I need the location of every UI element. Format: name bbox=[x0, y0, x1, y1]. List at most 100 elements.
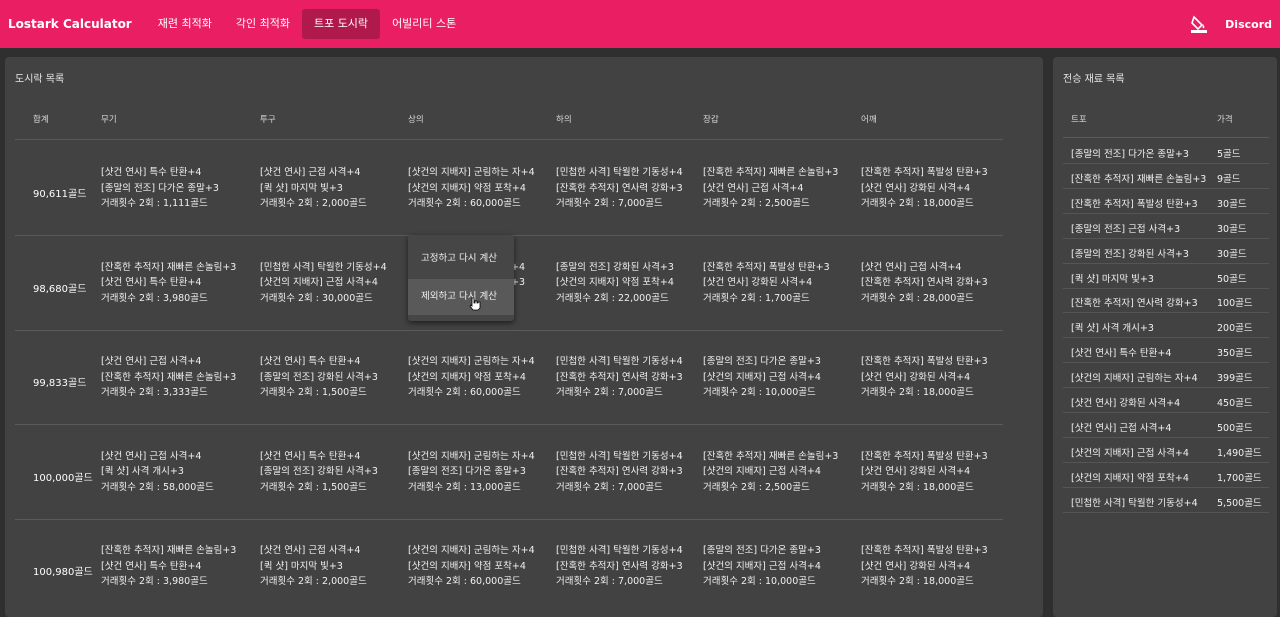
table-row[interactable]: 90,611골드 [샷건 연사] 특수 탄환+4 [종말의 전조] 다가온 종말+3… bbox=[5, 153, 1043, 247]
tripod-line: [퀵 샷] 마지막 빛+3 bbox=[260, 560, 343, 572]
material-price: 30골드 bbox=[1217, 223, 1247, 235]
row-cell: [잔혹한 추적자] 재빠른 손놀림+3 [샷건 연사] 근접 사격+4 거래횟수 2… bbox=[703, 165, 838, 212]
trade-info: 거래횟수 2회 : 1,500골드 bbox=[260, 481, 367, 493]
row-cell: [샷건 연사] 근접 사격+4 [퀵 샷] 마지막 빛+3 거래횟수 2회 : 2,… bbox=[260, 165, 367, 212]
row-cell: [샷건 연사] 근접 사격+4 [잔혹한 추적자] 재빠른 손놀림+3 거래횟수 2… bbox=[101, 354, 236, 401]
material-name: [샷건 연사] 특수 탄환+4 bbox=[1071, 348, 1172, 360]
table-row[interactable]: 100,980골드 [잔혹한 추적자] 재빠른 손놀림+3 [샷건 연사] 특수 탄… bbox=[5, 531, 1043, 617]
row-total: 99,833골드 bbox=[33, 378, 87, 389]
material-row[interactable]: [퀵 샷] 마지막 빛+3 50골드 bbox=[1063, 264, 1269, 289]
tripod-line: [샷건 연사] 근접 사격+4 bbox=[260, 167, 361, 178]
tripod-line: [잔혹한 추적자] 재빠른 손놀림+3 bbox=[101, 371, 237, 383]
trade-info: 거래횟수 2회 : 1,111골드 bbox=[101, 198, 208, 209]
material-name: [잔혹한 추적자] 연사력 강화+3 bbox=[1071, 298, 1198, 310]
material-price: 30골드 bbox=[1217, 198, 1247, 210]
material-name: [종말의 전조] 강화된 사격+3 bbox=[1071, 248, 1189, 260]
table-row[interactable]: 98,680골드 [잔혹한 추적자] 재빠른 손놀림+3 [샷건 연사] 특수 탄환… bbox=[5, 248, 1043, 342]
tab-engraving[interactable]: 각인 최적화 bbox=[224, 9, 302, 39]
material-row[interactable]: [잔혹한 추적자] 재빠른 손놀림+3 9골드 bbox=[1063, 164, 1269, 189]
trade-info: 거래횟수 2회 : 18,000골드 bbox=[861, 387, 974, 398]
row-cell: [잔혹한 추적자] 폭발성 탄환+3 [샷건 연사] 강화된 사격+4 거래횟수 2… bbox=[861, 543, 988, 590]
tripod-line: [잔혹한 추적자] 연사력 강화+3 bbox=[556, 560, 683, 572]
material-row[interactable]: [종말의 전조] 강화된 사격+3 30골드 bbox=[1063, 239, 1269, 264]
tripod-line: [샷건의 지배자] 군림하는 자+4 bbox=[408, 356, 535, 367]
tripod-line: [샷건 연사] 근접 사격+4 bbox=[703, 182, 804, 194]
material-row[interactable]: [잔혹한 추적자] 폭발성 탄환+3 30골드 bbox=[1063, 189, 1269, 214]
trade-info: 거래횟수 2회 : 13,000골드 bbox=[408, 481, 521, 493]
tab-ability-stone[interactable]: 어빌리티 스톤 bbox=[380, 9, 468, 39]
material-row[interactable]: [샷건 연사] 강화된 사격+4 450골드 bbox=[1063, 388, 1269, 413]
material-row[interactable]: [샷건 연사] 특수 탄환+4 350골드 bbox=[1063, 338, 1269, 364]
tripod-line: [샷건의 지배자] 근접 사격+4 bbox=[260, 277, 378, 288]
tripod-line: [샷건의 지배자] 군림하는 자+4 bbox=[408, 167, 535, 178]
header-helmet: 투구 bbox=[260, 115, 276, 125]
row-cell: [종말의 전조] 다가온 종말+3 [샷건의 지배자] 근접 사격+4 거래횟수 2… bbox=[703, 354, 821, 401]
tripod-line: [민첩한 사격] 탁월한 기동성+4 bbox=[260, 261, 387, 273]
trade-info: 거래횟수 2회 : 60,000골드 bbox=[408, 387, 521, 398]
material-row[interactable]: [샷건의 지배자] 군림하는 자+4 399골드 bbox=[1063, 363, 1269, 389]
material-price: 350골드 bbox=[1217, 348, 1253, 360]
material-price: 9골드 bbox=[1217, 173, 1241, 185]
tripod-line: [샷건 연사] 특수 탄환+4 bbox=[101, 277, 202, 288]
tab-tripod-lunchbox[interactable]: 트포 도시락 bbox=[301, 9, 381, 39]
tripod-line: [종말의 전조] 강화된 사격+3 bbox=[556, 261, 674, 273]
trade-info: 거래횟수 2회 : 2,500골드 bbox=[703, 198, 810, 209]
row-cell: [샷건의 지배자] 군림하는 자+4 [샷건의 지배자] 약점 포착+4 거래횟수 … bbox=[408, 165, 535, 212]
paint-bucket-icon[interactable] bbox=[1189, 14, 1209, 34]
trade-info: 거래횟수 2회 : 58,000골드 bbox=[101, 481, 214, 493]
tripod-line: [샷건 연사] 특수 탄환+4 bbox=[101, 167, 202, 178]
app-brand[interactable]: Lostark Calculator bbox=[8, 17, 132, 31]
divider bbox=[1063, 137, 1269, 138]
tripod-line: [종말의 전조] 다가온 종말+3 bbox=[101, 182, 219, 194]
tripod-line: [샷건 연사] 강화된 사격+4 bbox=[861, 182, 971, 194]
tripod-line: [종말의 전조] 강화된 사격+3 bbox=[260, 466, 378, 477]
table-row[interactable]: 100,000골드 [샷건 연사] 근접 사격+4 [퀵 샷] 사격 개시+3 거래횟… bbox=[5, 437, 1043, 531]
trade-info: 거래횟수 2회 : 18,000골드 bbox=[861, 481, 974, 493]
tripod-line: [잔혹한 추적자] 재빠른 손놀림+3 bbox=[703, 167, 839, 178]
tripod-line: [잔혹한 추적자] 재빠른 손놀림+3 bbox=[703, 450, 839, 462]
trade-info: 거래횟수 2회 : 28,000골드 bbox=[861, 292, 974, 304]
material-row[interactable]: [샷건의 지배자] 약점 포착+4 1,700골드 bbox=[1063, 463, 1269, 488]
material-row[interactable]: [잔혹한 추적자] 연사력 강화+3 100골드 bbox=[1063, 288, 1269, 314]
material-row[interactable]: [샷건의 지배자] 근접 사격+4 1,490골드 bbox=[1063, 438, 1269, 463]
tripod-line: [잔혹한 추적자] 폭발성 탄환+3 bbox=[861, 167, 988, 178]
table-row[interactable]: 99,833골드 [샷건 연사] 근접 사격+4 [잔혹한 추적자] 재빠른 손놀림… bbox=[5, 342, 1043, 436]
tab-refine[interactable]: 재련 최적화 bbox=[146, 9, 224, 39]
row-cell: [샷건 연사] 특수 탄환+4 [종말의 전조] 다가온 종말+3 거래횟수 2회 … bbox=[101, 165, 219, 212]
tripod-line: [샷건의 지배자] 약점 포착+4 bbox=[408, 560, 526, 572]
material-row[interactable]: [종말의 전조] 다가온 종말+3 5골드 bbox=[1063, 139, 1269, 164]
tripod-line: [종말의 전조] 다가온 종말+3 bbox=[703, 356, 821, 367]
menu-item-fix-recalc[interactable]: 고정하고 다시 계산 bbox=[408, 241, 514, 277]
tripod-line: [민첩한 사격] 탁월한 기동성+4 bbox=[556, 450, 683, 462]
row-context-menu: 고정하고 다시 계산 제외하고 다시 계산 bbox=[408, 235, 514, 321]
trade-info: 거래횟수 2회 : 2,000골드 bbox=[260, 576, 367, 587]
trade-info: 거래횟수 2회 : 1,500골드 bbox=[260, 387, 367, 398]
tripod-line: [퀵 샷] 사격 개시+3 bbox=[101, 466, 184, 477]
material-row[interactable]: [퀵 샷] 사격 개시+3 200골드 bbox=[1063, 313, 1269, 339]
row-total: 100,000골드 bbox=[33, 472, 93, 484]
discord-link[interactable]: Discord bbox=[1225, 18, 1272, 31]
material-row[interactable]: [민첩한 사격] 탁월한 기동성+4 5,500골드 bbox=[1063, 488, 1269, 513]
header-weapon: 무기 bbox=[101, 115, 117, 125]
trade-info: 거래횟수 2회 : 10,000골드 bbox=[703, 387, 816, 398]
pointer-cursor-icon bbox=[469, 296, 481, 311]
row-cell: [종말의 전조] 다가온 종말+3 [샷건의 지배자] 근접 사격+4 거래횟수 2… bbox=[703, 543, 821, 590]
row-cell: [샷건의 지배자] 군림하는 자+4 [샷건의 지배자] 약점 포착+4 거래횟수 … bbox=[408, 543, 535, 590]
lunchbox-list-panel: 도시락 목록 합계 무기 투구 상의 하의 장갑 어깨 90,611골드 [샷건 … bbox=[5, 57, 1043, 617]
row-divider bbox=[1063, 511, 1269, 513]
tripod-line: [샷건의 지배자] 약점 포착+4 bbox=[408, 182, 526, 194]
row-total: 90,611골드 bbox=[33, 189, 87, 200]
trade-info: 거래횟수 2회 : 18,000골드 bbox=[861, 576, 974, 587]
row-cell: [샷건 연사] 근접 사격+4 [퀵 샷] 사격 개시+3 거래횟수 2회 : 58… bbox=[101, 449, 214, 496]
header-top: 상의 bbox=[408, 115, 424, 125]
row-divider bbox=[15, 329, 1003, 331]
material-row[interactable]: [샷건 연사] 근접 사격+4 500골드 bbox=[1063, 413, 1269, 438]
material-name: [샷건의 지배자] 약점 포착+4 bbox=[1071, 472, 1189, 484]
row-cell: [잔혹한 추적자] 폭발성 탄환+3 [샷건 연사] 강화된 사격+4 거래횟수 2… bbox=[861, 165, 988, 212]
menu-item-exclude-recalc[interactable]: 제외하고 다시 계산 bbox=[408, 279, 514, 315]
tripod-line: [민첩한 사격] 탁월한 기동성+4 bbox=[556, 167, 683, 178]
material-price: 200골드 bbox=[1217, 323, 1253, 335]
trade-info: 거래횟수 2회 : 7,000골드 bbox=[556, 198, 663, 209]
material-row[interactable]: [종말의 전조] 근접 사격+3 30골드 bbox=[1063, 214, 1269, 239]
trade-info: 거래횟수 2회 : 10,000골드 bbox=[703, 576, 816, 587]
